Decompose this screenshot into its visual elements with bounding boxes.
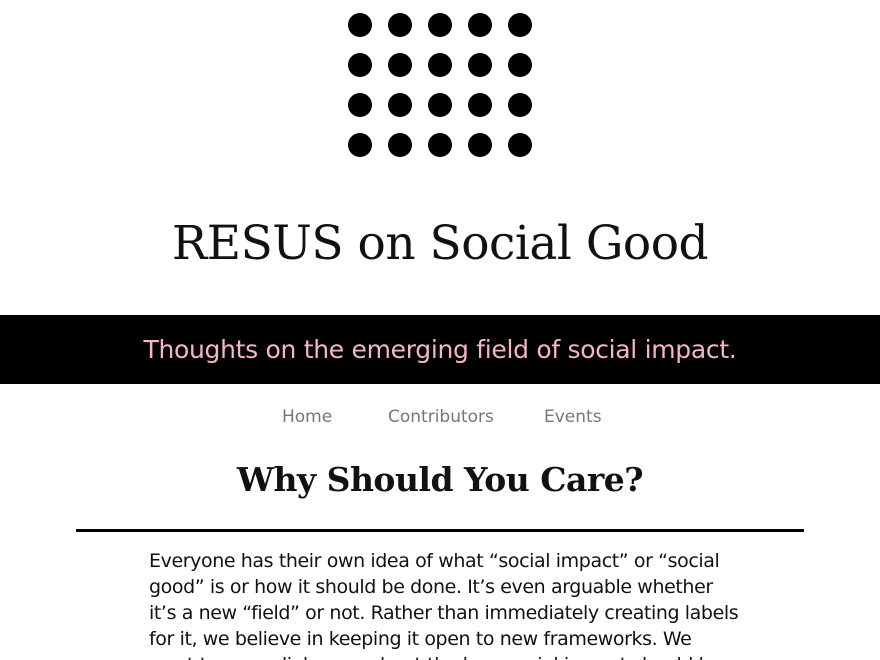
logo-dot <box>388 93 412 117</box>
site-title: RESUS on Social Good <box>171 216 709 271</box>
logo-dot <box>348 53 372 77</box>
divider <box>76 529 804 532</box>
logo-dot <box>428 133 452 157</box>
logo-dot <box>508 53 532 77</box>
site-tagline: Thoughts on the emerging field of social… <box>143 335 737 364</box>
logo-dot <box>388 13 412 37</box>
post-body-line: it’s a new “field” or not. Rather than i… <box>149 602 739 624</box>
post-title: Why Should You Care? <box>236 460 644 499</box>
post-body: Everyone has their own idea of what “soc… <box>149 548 739 660</box>
logo-dot <box>508 93 532 117</box>
logo-dot <box>348 13 372 37</box>
logo-dot <box>468 93 492 117</box>
nav-contributors-link[interactable]: Contributors <box>388 405 494 429</box>
logo-dot <box>508 133 532 157</box>
dot-grid-logo-icon <box>348 13 534 159</box>
logo-dot <box>468 13 492 37</box>
post-body-line: good” is or how it should be done. It’s … <box>149 576 713 598</box>
main-nav: Home Contributors Events <box>0 405 880 429</box>
logo-dot <box>468 133 492 157</box>
post-body-line: want to open dialogues about the how soc… <box>149 652 739 660</box>
logo-dot <box>428 93 452 117</box>
logo-dot <box>388 133 412 157</box>
logo-dot <box>428 53 452 77</box>
logo-dot <box>348 133 372 157</box>
nav-home-link[interactable]: Home <box>282 405 332 429</box>
logo-dot <box>348 93 372 117</box>
logo-dot <box>388 53 412 77</box>
nav-events-link[interactable]: Events <box>544 405 602 429</box>
post-body-line: for it, we believe in keeping it open to… <box>149 628 692 650</box>
post-body-line: Everyone has their own idea of what “soc… <box>149 550 720 572</box>
logo-dot <box>508 13 532 37</box>
tagline-banner: Thoughts on the emerging field of social… <box>0 315 880 384</box>
logo-dot <box>468 53 492 77</box>
logo-dot <box>428 13 452 37</box>
